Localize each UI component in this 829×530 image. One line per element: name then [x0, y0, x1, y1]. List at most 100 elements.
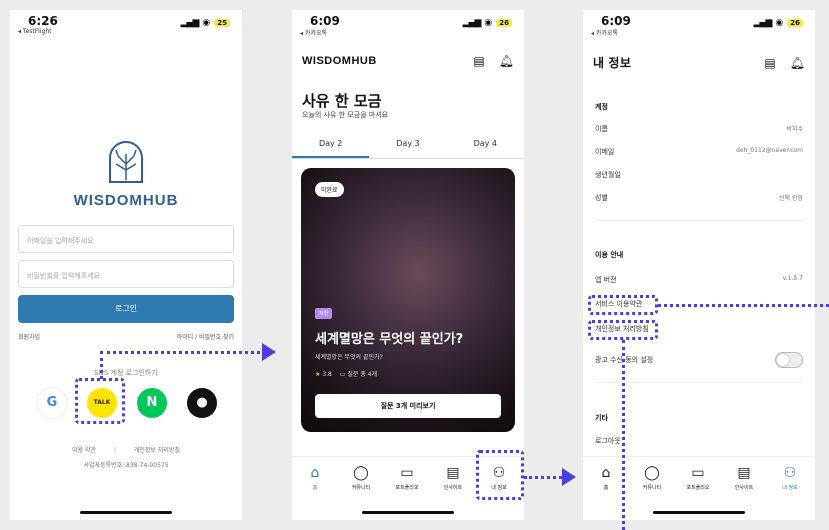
- ads-consent-row: 광고 수신 동의 설정: [595, 352, 803, 368]
- notebook-icon: ▤: [446, 465, 460, 481]
- chat-icon: ◯: [353, 465, 369, 481]
- tab-day-4[interactable]: Day 4: [447, 135, 524, 158]
- flow-line: [100, 351, 103, 379]
- etc-header: 기타: [595, 414, 608, 422]
- card-title: 세계멸망은 무엇의 끝인가?: [315, 332, 464, 347]
- back-to-kakao[interactable]: ◂ 카카오톡: [591, 28, 618, 37]
- rating: 3.8: [322, 371, 332, 378]
- nav-portfolio[interactable]: ▭ 포트폴리오: [678, 465, 718, 491]
- back-to-testflight[interactable]: ◂ TestFlight: [18, 28, 51, 35]
- topic-card[interactable]: 미완료 자연 세계멸망은 무엇의 끝인가? 세계멸망은 무엇의 끝인가? ★ 3…: [301, 168, 515, 432]
- status-time: 6:09: [601, 14, 631, 28]
- nav-home[interactable]: ⌂ 홈: [295, 465, 335, 491]
- version-row: 앱 버전 v.1.5.7: [595, 275, 803, 284]
- find-account-link[interactable]: 아이디 / 비밀번호 찾기: [177, 332, 234, 341]
- tab-day-2[interactable]: Day 2: [292, 135, 370, 158]
- tab-day-3[interactable]: Day 3: [369, 135, 446, 158]
- login-screen: 6:26 ◂ TestFlight ▂▄▆ ◉ 25 WISDOMHUB 이메일을 …: [10, 10, 242, 520]
- business-number: 사업자등록번호: 838-74-00575: [83, 462, 169, 469]
- account-header: 계정: [595, 103, 608, 111]
- document-icon[interactable]: ▤: [473, 54, 484, 68]
- tree-logo-icon: [109, 141, 143, 183]
- book-icon: ▭: [339, 371, 346, 378]
- card-meta: ★ 3.8 ▭ 질문 총 4개: [315, 369, 377, 378]
- terms-highlight: [588, 295, 658, 315]
- back-to-kakao[interactable]: ◂ 카카오톡: [300, 28, 327, 37]
- google-login-button[interactable]: G: [37, 388, 67, 418]
- category-tag: 자연: [315, 308, 333, 319]
- status-badge: 미완료: [315, 182, 344, 197]
- divider: [595, 382, 803, 383]
- day-tabs: Day 2 Day 3 Day 4: [292, 135, 524, 159]
- nav-my-info[interactable]: ⚇ 내 정보: [770, 465, 810, 491]
- folder-icon: ▭: [691, 465, 705, 481]
- nav-community[interactable]: ◯ 커뮤니티: [341, 465, 381, 491]
- apple-icon: ●: [196, 395, 208, 410]
- email-row: 이메일 doh_0112@naver.com: [595, 147, 803, 156]
- privacy-highlight: [588, 320, 658, 340]
- page-title: 사유 한 모금: [302, 92, 382, 110]
- page-subtitle: 오늘의 사유 한 모금을 마셔요: [302, 111, 389, 119]
- status-time: 6:09: [310, 14, 340, 28]
- status-icons: ▂▄▆ ◉ 25: [181, 18, 230, 28]
- home-indicator: [653, 511, 745, 514]
- nav-community[interactable]: ◯ 커뮤니티: [632, 465, 672, 491]
- chat-icon: ◯: [644, 465, 660, 481]
- divider: [595, 220, 803, 221]
- logo-text: WISDOMHUB: [73, 192, 179, 209]
- gender-row[interactable]: 성별 선택 안함: [595, 193, 803, 203]
- status-icons: ▂▄▆ ◉ 26: [754, 18, 803, 28]
- header: WISDOMHUB ▤ 🔔︎: [302, 54, 514, 68]
- nav-home[interactable]: ⌂ 홈: [586, 465, 626, 491]
- birthday-row[interactable]: 생년월일: [595, 170, 803, 180]
- flow-line: [524, 476, 562, 479]
- nav-portfolio[interactable]: ▭ 포트폴리오: [387, 465, 427, 491]
- guide-header: 이용 안내: [595, 251, 624, 259]
- naver-login-button[interactable]: N: [137, 388, 167, 418]
- flow-line: [658, 304, 829, 307]
- page-title: 내 정보: [593, 56, 632, 70]
- signup-link[interactable]: 회원가입: [18, 332, 40, 341]
- card-subtitle: 세계멸망은 무엇의 끝인가?: [315, 354, 383, 361]
- sns-login-label: SNS 계정 로그인하기: [94, 369, 158, 377]
- home-icon: ⌂: [310, 465, 320, 481]
- home-indicator: [80, 511, 172, 514]
- app-logo: WISDOMHUB: [10, 140, 242, 209]
- my-info-highlight: [476, 450, 524, 500]
- home-screen: 6:09 ◂ 카카오톡 ▂▄▆ ◉ 26 WISDOMHUB ▤ 🔔︎ 사유 한 모금…: [292, 10, 524, 520]
- flow-arrow: [562, 468, 576, 486]
- name-row: 이름 박지수: [595, 125, 803, 133]
- footer-links: 이용 약관 | 개인정보 처리방침: [72, 447, 180, 454]
- home-icon: ⌂: [601, 465, 611, 481]
- star-icon: ★: [315, 371, 321, 378]
- logout-row[interactable]: 로그아웃: [595, 436, 803, 446]
- flow-line: [100, 351, 260, 354]
- kakao-highlight: [75, 378, 125, 424]
- status-bar: 6:09 ◂ 카카오톡 ▂▄▆ ◉ 26: [583, 10, 815, 40]
- notebook-icon: ▤: [737, 465, 751, 481]
- ads-toggle[interactable]: [775, 352, 803, 368]
- header: 내 정보 ▤ 🔔︎: [593, 54, 805, 71]
- status-time: 6:26: [28, 14, 58, 28]
- status-bar: 6:26 ◂ TestFlight ▂▄▆ ◉ 25: [10, 10, 242, 40]
- terms-link[interactable]: 이용 약관: [72, 447, 96, 454]
- bell-icon[interactable]: 🔔︎: [790, 56, 805, 70]
- email-input[interactable]: 이메일을 입력해주세요: [18, 225, 234, 253]
- flow-line: [622, 340, 625, 530]
- status-bar: 6:09 ◂ 카카오톡 ▂▄▆ ◉ 26: [292, 10, 524, 40]
- folder-icon: ▭: [400, 465, 414, 481]
- password-input[interactable]: 비밀번호를 입력해주세요: [18, 260, 234, 288]
- bell-icon[interactable]: 🔔︎: [499, 54, 514, 68]
- document-icon[interactable]: ▤: [764, 56, 775, 70]
- home-indicator: [362, 511, 454, 514]
- person-icon: ⚇: [783, 465, 797, 481]
- question-count: 질문 총 4개: [347, 371, 378, 378]
- nav-insight[interactable]: ▤ 인사이트: [433, 465, 473, 491]
- nav-insight[interactable]: ▤ 인사이트: [724, 465, 764, 491]
- my-info-screen: 6:09 ◂ 카카오톡 ▂▄▆ ◉ 26 내 정보 ▤ 🔔︎ 계정 이름 박지수 이메일…: [583, 10, 815, 520]
- preview-questions-button[interactable]: 질문 3개 미리보기: [315, 394, 501, 418]
- login-button[interactable]: 로그인: [18, 295, 234, 323]
- privacy-link[interactable]: 개인정보 처리방침: [134, 447, 180, 454]
- apple-login-button[interactable]: ●: [187, 388, 217, 418]
- flow-arrow: [262, 343, 276, 361]
